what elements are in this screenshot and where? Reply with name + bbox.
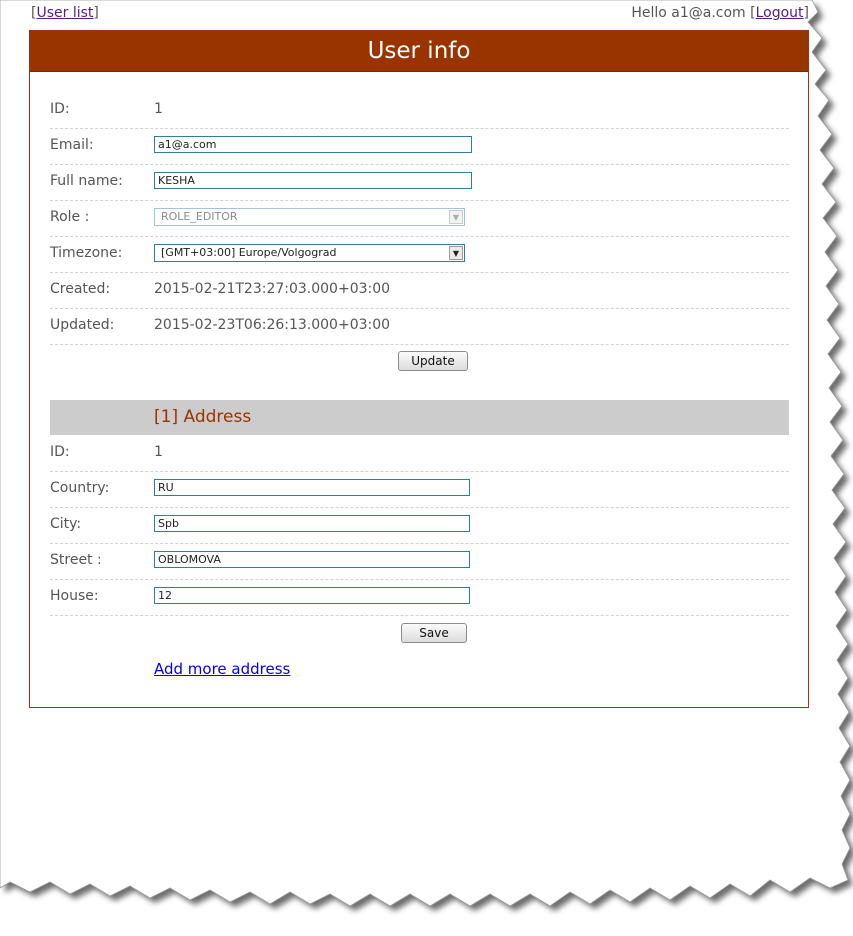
save-button[interactable]: Save bbox=[401, 623, 467, 643]
country-field[interactable] bbox=[154, 479, 470, 496]
timezone-select-value: [GMT+03:00] Europe/Volgograd bbox=[161, 246, 337, 259]
role-select-value: ROLE_EDITOR bbox=[161, 210, 238, 223]
top-bar: [User list] Hello a1@a.com [Logout] bbox=[31, 5, 809, 25]
house-label: House: bbox=[50, 588, 99, 604]
chevron-down-icon[interactable]: ▼ bbox=[449, 246, 463, 260]
house-field[interactable] bbox=[154, 587, 470, 604]
add-more-address-link[interactable]: Add more address bbox=[154, 660, 290, 678]
street-field[interactable] bbox=[154, 551, 470, 568]
role-select: ROLE_EDITOR ▼ bbox=[154, 208, 465, 226]
created-label: Created: bbox=[50, 281, 111, 297]
role-row: Role : ROLE_EDITOR ▼ bbox=[50, 200, 789, 237]
address-section-header: [1] Address bbox=[50, 400, 789, 435]
city-row: City: bbox=[50, 507, 789, 544]
email-row: Email: bbox=[50, 128, 789, 165]
city-field[interactable] bbox=[154, 515, 470, 532]
country-label: Country: bbox=[50, 480, 110, 496]
updated-label: Updated: bbox=[50, 317, 115, 333]
email-field[interactable] bbox=[154, 136, 472, 153]
country-row: Country: bbox=[50, 471, 789, 508]
address-id-label: ID: bbox=[50, 444, 70, 460]
account-nav: Hello a1@a.com [Logout] bbox=[631, 5, 809, 21]
timezone-label: Timezone: bbox=[50, 245, 123, 261]
logout-link[interactable]: Logout bbox=[756, 5, 804, 21]
greeting-text: Hello a1@a.com bbox=[631, 5, 746, 21]
street-label: Street : bbox=[50, 552, 102, 568]
role-label: Role : bbox=[50, 209, 90, 225]
user-list-link[interactable]: User list bbox=[36, 5, 93, 21]
house-row: House: bbox=[50, 579, 789, 616]
fullname-label: Full name: bbox=[50, 173, 123, 189]
user-id-value: 1 bbox=[154, 101, 163, 117]
address-id-value: 1 bbox=[154, 444, 163, 460]
address-header-title: [1] Address bbox=[154, 407, 252, 427]
fullname-field[interactable] bbox=[154, 172, 472, 189]
user-info-panel: User info ID: 1 Email: Full name: Role :… bbox=[29, 30, 809, 708]
user-id-row: ID: 1 bbox=[50, 92, 789, 129]
address-id-row: ID: 1 bbox=[50, 435, 789, 472]
updated-row: Updated: 2015-02-23T06:26:13.000+03:00 bbox=[50, 308, 789, 345]
email-label: Email: bbox=[50, 137, 94, 153]
user-list-nav: [User list] bbox=[31, 5, 99, 21]
city-label: City: bbox=[50, 516, 82, 532]
created-row: Created: 2015-02-21T23:27:03.000+03:00 bbox=[50, 272, 789, 309]
panel-title: User info bbox=[30, 31, 808, 72]
update-button[interactable]: Update bbox=[398, 351, 468, 371]
updated-value: 2015-02-23T06:26:13.000+03:00 bbox=[154, 317, 391, 333]
timezone-select[interactable]: [GMT+03:00] Europe/Volgograd ▼ bbox=[154, 244, 465, 262]
page-content: [User list] Hello a1@a.com [Logout] User… bbox=[0, 0, 853, 936]
fullname-row: Full name: bbox=[50, 164, 789, 201]
street-row: Street : bbox=[50, 543, 789, 580]
created-value: 2015-02-21T23:27:03.000+03:00 bbox=[154, 281, 391, 297]
timezone-row: Timezone: [GMT+03:00] Europe/Volgograd ▼ bbox=[50, 236, 789, 273]
user-id-label: ID: bbox=[50, 101, 70, 117]
chevron-down-icon: ▼ bbox=[449, 210, 463, 224]
